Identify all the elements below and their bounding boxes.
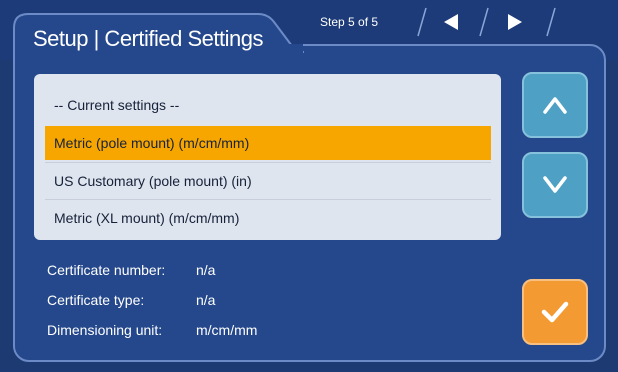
triangle-right-icon — [508, 14, 522, 30]
list-item-label: Metric (XL mount) (m/cm/mm) — [54, 210, 240, 226]
list-item-label: US Customary (pole mount) (in) — [54, 173, 252, 189]
screen: Setup | Certified Settings Step 5 of 5 -… — [0, 0, 618, 372]
list-item-metric-xl-mount[interactable]: Metric (XL mount) (m/cm/mm) — [45, 201, 491, 235]
chevron-up-icon — [543, 97, 567, 114]
confirm-button[interactable] — [522, 279, 588, 345]
list-item-metric-pole-mount[interactable]: Metric (pole mount) (m/cm/mm) — [45, 126, 491, 160]
triangle-left-icon — [444, 14, 458, 30]
list-item-label: Metric (pole mount) (m/cm/mm) — [54, 135, 250, 151]
scroll-down-button[interactable] — [522, 152, 588, 218]
certificate-type-label: Certificate type: — [47, 292, 145, 308]
certificate-number-value: n/a — [196, 262, 216, 278]
next-step-button[interactable] — [498, 8, 532, 36]
certificate-type-value: n/a — [196, 292, 216, 308]
list-divider — [45, 162, 491, 163]
list-item-us-customary-pole-mount[interactable]: US Customary (pole mount) (in) — [45, 164, 491, 198]
scroll-up-button[interactable] — [522, 72, 588, 138]
certificate-number-label: Certificate number: — [47, 262, 166, 278]
dimensioning-unit-value: m/cm/mm — [196, 322, 258, 338]
settings-list: -- Current settings -- Metric (pole moun… — [34, 74, 501, 240]
previous-step-button[interactable] — [434, 8, 468, 36]
checkmark-icon — [541, 301, 569, 323]
list-item-current-settings[interactable]: -- Current settings -- — [45, 88, 491, 122]
dimensioning-unit-label: Dimensioning unit: — [47, 322, 163, 338]
list-divider — [45, 199, 491, 200]
list-item-label: -- Current settings -- — [54, 97, 180, 113]
chevron-down-icon — [543, 176, 567, 193]
